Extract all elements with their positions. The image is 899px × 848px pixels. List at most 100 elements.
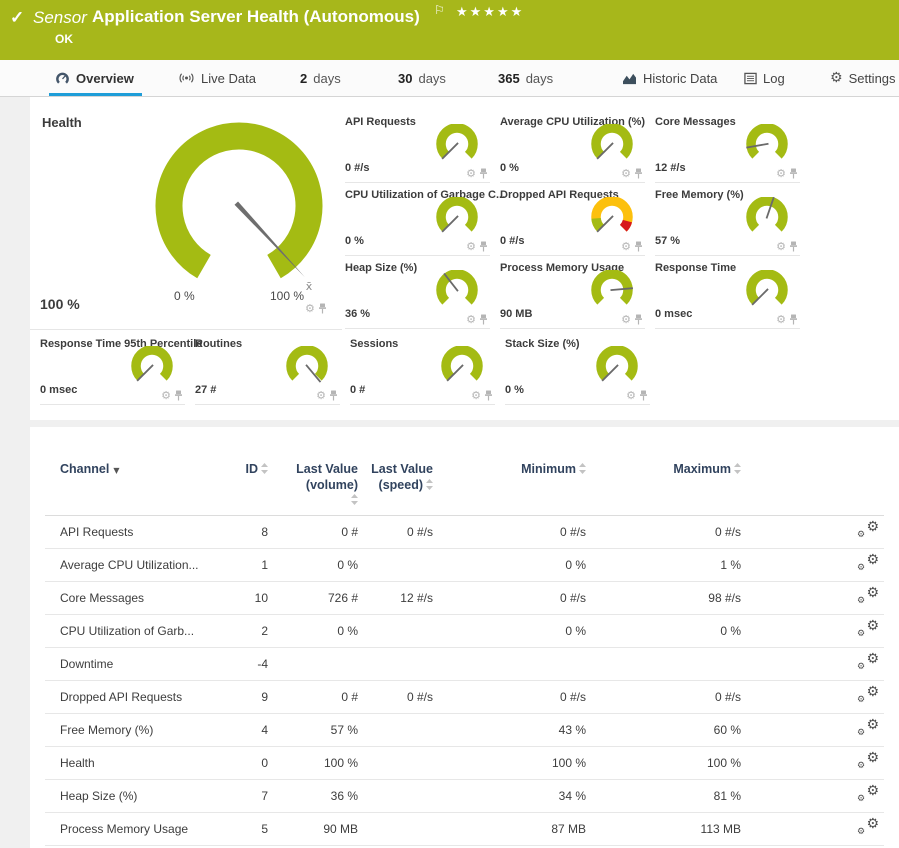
gear-icon[interactable]: ⚙ [161,390,171,401]
sort-icon [426,479,433,490]
channel-name[interactable]: Core Messages [45,581,225,614]
channel-name[interactable]: Average CPU Utilization... [45,548,225,581]
gauge-tile-average-cpu[interactable]: Average CPU Utilization (%) 0 % ⚙ [500,110,645,183]
edit-channel-gears-icon[interactable]: ⚙⚙ [857,521,879,539]
edit-channel-gears-icon[interactable]: ⚙⚙ [857,554,879,572]
tab-overview[interactable]: Overview [55,60,134,96]
col-header-channel[interactable]: Channel▼ [45,452,225,515]
health-tile-tools: ⚙ [305,303,327,314]
col-header-id[interactable]: ID [225,452,273,515]
live-signal-icon [178,71,195,85]
gear-icon[interactable]: ⚙ [621,168,631,179]
gauge-tile-process-memory[interactable]: Process Memory Usage 90 MB ⚙ [500,256,645,329]
edit-channel-gears-icon[interactable]: ⚙⚙ [857,587,879,605]
channel-name[interactable]: API Requests [45,515,225,548]
gauge-tile-heap-size[interactable]: Heap Size (%) 36 % ⚙ [345,256,490,329]
tab-historic-data[interactable]: Historic Data [622,60,717,96]
gear-icon[interactable]: ⚙ [466,314,476,325]
gear-icon[interactable]: ⚙ [621,241,631,252]
channel-name[interactable]: Heap Size (%) [45,779,225,812]
priority-stars[interactable]: ★★★★★ [456,5,524,20]
last-value-speed [363,647,438,680]
channel-name[interactable]: Free Memory (%) [45,713,225,746]
gauge [432,270,482,314]
last-value-volume: 90 MB [273,812,363,845]
pin-icon[interactable] [634,241,643,252]
gauge-tile-free-memory[interactable]: Free Memory (%) 57 % ⚙ [655,183,800,256]
minimum-value: 0 #/s [438,581,591,614]
gear-icon[interactable]: ⚙ [776,168,786,179]
tile-tools: ⚙ [471,390,493,401]
gauge-tile-dropped-api[interactable]: Dropped API Requests 0 #/s ⚙ [500,183,645,256]
col-header-maximum[interactable]: Maximum [591,452,746,515]
gauge-tile-stack-size[interactable]: Stack Size (%) 0 % ⚙ [505,332,650,405]
gauge-tile-response-time[interactable]: Response Time 0 msec ⚙ [655,256,800,329]
gauge-tile-response-time-95th[interactable]: Response Time 95th Percentile 0 msec ⚙ [40,332,185,405]
edit-channel-gears-icon[interactable]: ⚙⚙ [857,719,879,737]
health-gauge-tile[interactable]: Health x̄ 0 % 100 % 100 % ⚙ [30,97,342,330]
tab-2-days[interactable]: 2 days [300,60,341,96]
gauge-tile-sessions[interactable]: Sessions 0 # ⚙ [350,332,495,405]
gauge [592,346,642,390]
tab-settings[interactable]: ⚙ Settings [830,60,896,96]
gauge-tile-api-requests[interactable]: API Requests 0 #/s ⚙ [345,110,490,183]
gear-icon[interactable]: ⚙ [621,314,631,325]
maximum-value: 113 MB [591,812,746,845]
pin-icon[interactable] [634,168,643,179]
edit-channel-gears-icon[interactable]: ⚙⚙ [857,620,879,638]
gauge-tile-routines[interactable]: Routines 27 # ⚙ [195,332,340,405]
gear-icon[interactable]: ⚙ [466,241,476,252]
tab-live-data[interactable]: Live Data [178,60,256,96]
gear-icon[interactable]: ⚙ [776,241,786,252]
edit-channel-gears-icon[interactable]: ⚙⚙ [857,785,879,803]
last-value-volume: 0 % [273,614,363,647]
minimum-value: 100 % [438,746,591,779]
pin-icon[interactable] [174,390,183,401]
gear-icon[interactable]: ⚙ [626,390,636,401]
channel-id: 10 [225,581,273,614]
gauge-tile-cpu-garbage[interactable]: CPU Utilization of Garbage C... 0 % ⚙ [345,183,490,256]
pin-icon[interactable] [634,314,643,325]
gear-icon[interactable]: ⚙ [316,390,326,401]
edit-channel-gears-icon[interactable]: ⚙⚙ [857,752,879,770]
gauge-label: Response Time [655,262,736,274]
pin-icon[interactable] [789,314,798,325]
gear-icon[interactable]: ⚙ [776,314,786,325]
channel-name[interactable]: Health [45,746,225,779]
gear-icon[interactable]: ⚙ [305,303,315,314]
pin-icon[interactable] [329,390,338,401]
flag-icon[interactable]: ⚐ [434,3,445,17]
gear-icon[interactable]: ⚙ [471,390,481,401]
edit-channel-gears-icon[interactable]: ⚙⚙ [857,818,879,836]
channel-name[interactable]: CPU Utilization of Garb... [45,614,225,647]
pin-icon[interactable] [479,314,488,325]
pin-icon[interactable] [789,241,798,252]
col-header-minimum[interactable]: Minimum [438,452,591,515]
pin-icon[interactable] [789,168,798,179]
last-value-volume: 100 % [273,746,363,779]
col-header-last-value-speed[interactable]: Last Value (speed) [363,452,438,515]
tab-30-days[interactable]: 30 days [398,60,446,96]
pin-icon[interactable] [479,241,488,252]
gauge-tile-core-messages[interactable]: Core Messages 12 #/s ⚙ [655,110,800,183]
channel-name[interactable]: Process Memory Usage [45,812,225,845]
pin-icon[interactable] [639,390,648,401]
tab-log[interactable]: Log [744,60,785,96]
last-value-speed: 0 #/s [363,680,438,713]
pin-icon[interactable] [318,303,327,314]
edit-channel-gears-icon[interactable]: ⚙⚙ [857,653,879,671]
tab-overview-label: Overview [76,71,134,86]
channel-name[interactable]: Dropped API Requests [45,680,225,713]
gauge [742,270,792,314]
last-value-volume: 36 % [273,779,363,812]
sort-icon [351,494,358,505]
col-header-last-value-volume[interactable]: Last Value (volume) [273,452,363,515]
tab-365-days[interactable]: 365 days [498,60,553,96]
edit-channel-gears-icon[interactable]: ⚙⚙ [857,686,879,704]
channel-name[interactable]: Downtime [45,647,225,680]
gear-icon[interactable]: ⚙ [466,168,476,179]
pin-icon[interactable] [479,168,488,179]
pin-icon[interactable] [484,390,493,401]
tile-tools: ⚙ [776,168,798,179]
last-value-volume: 0 # [273,515,363,548]
